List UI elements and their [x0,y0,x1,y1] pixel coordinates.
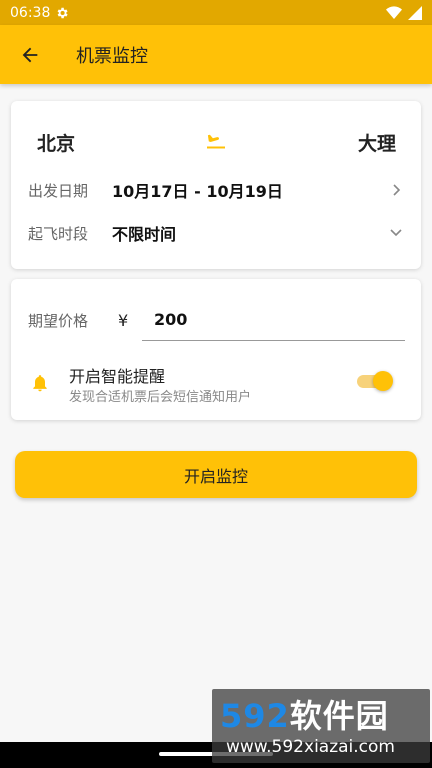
airplane-landing-icon[interactable] [205,133,227,155]
time-slot-value: 不限时间 [112,225,177,244]
watermark-brand-text: 软件园 [289,697,389,735]
watermark-url: www.592xiazai.com [226,737,395,757]
arrow-left-icon [19,44,41,66]
departure-date-label: 出发日期 [28,181,89,200]
status-bar: 06:38 [0,0,432,25]
time-slot-row[interactable]: 起飞时段 不限时间 [28,216,403,250]
price-input[interactable]: 200 [142,299,405,341]
chevron-right-icon [391,183,403,197]
price-row: 期望价格 ¥ 200 [28,299,405,341]
watermark: 592软件园 www.592xiazai.com [212,689,430,763]
alert-title: 开启智能提醒 [69,367,166,386]
watermark-brand: 592软件园 [220,691,389,737]
alert-subtitle: 发现合适机票后会短信通知用户 [69,390,252,405]
currency-symbol: ¥ [118,310,129,330]
from-city[interactable]: 北京 [37,129,75,156]
status-time: 06:38 [10,4,51,21]
chevron-down-icon [389,227,403,239]
start-monitor-button[interactable]: 开启监控 [15,451,417,498]
price-card: 期望价格 ¥ 200 开启智能提醒 发现合适机票后会短信通知用户 [11,279,421,420]
alert-toggle[interactable] [357,371,395,391]
to-city[interactable]: 大理 [358,129,396,156]
page-title: 机票监控 [76,45,148,67]
back-button[interactable] [2,27,58,83]
watermark-brand-num: 592 [220,697,290,735]
gear-icon [55,6,69,20]
toggle-thumb [373,371,393,391]
app-bar: 机票监控 [0,25,432,84]
time-slot-label: 起飞时段 [28,224,89,243]
price-value: 200 [154,310,188,329]
signal-icon [408,5,422,20]
bell-icon [30,372,50,394]
route-card: 北京 大理 出发日期 10月17日 - 10月19日 起飞时段 不限时间 [11,101,421,269]
price-label: 期望价格 [28,311,89,330]
wifi-icon [386,5,402,20]
departure-date-value: 10月17日 - 10月19日 [112,182,283,201]
departure-date-row[interactable]: 出发日期 10月17日 - 10月19日 [28,173,403,207]
